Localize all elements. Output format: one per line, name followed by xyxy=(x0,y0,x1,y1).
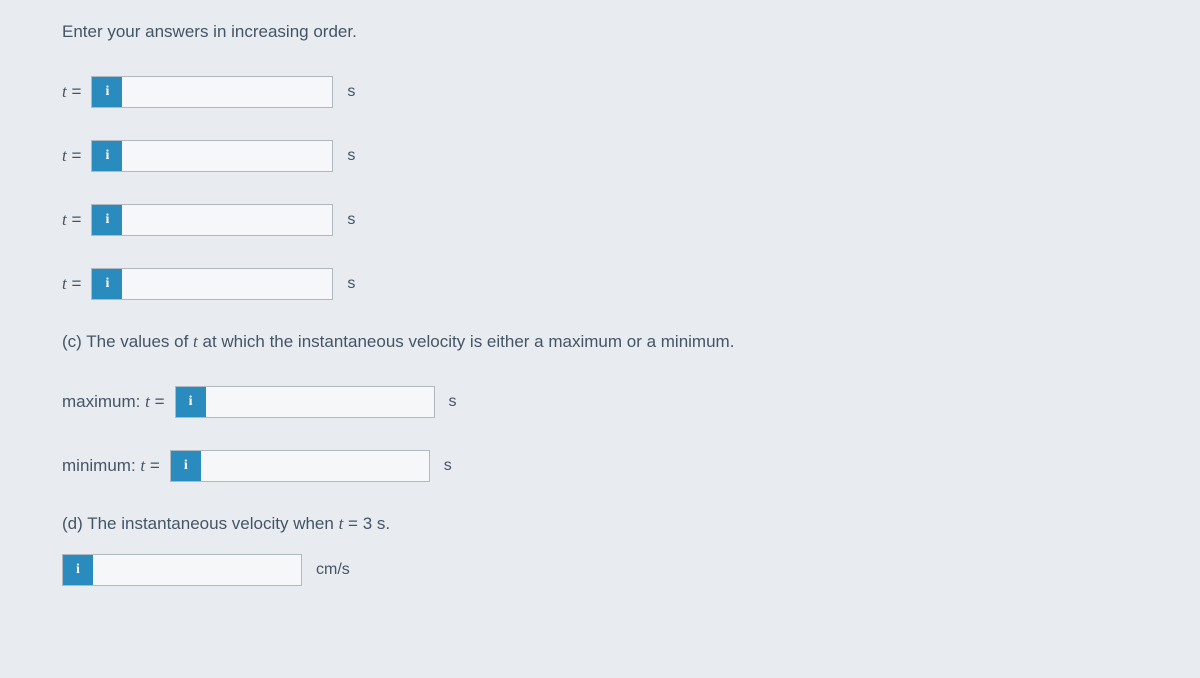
t-label-4: t = xyxy=(62,274,81,294)
input-wrap-1: i xyxy=(91,76,333,108)
velocity-row: i cm/s xyxy=(62,554,1200,586)
part-d-prefix: (d) The instantaneous velocity when xyxy=(62,514,339,533)
part-c-text: (c) The values of t at which the instant… xyxy=(62,332,1200,352)
maximum-input[interactable] xyxy=(175,386,435,418)
t-label-2: t = xyxy=(62,146,81,166)
t-row-1: t = i s xyxy=(62,76,1200,108)
part-c-suffix: at which the instantaneous velocity is e… xyxy=(198,332,735,351)
info-icon[interactable]: i xyxy=(63,555,93,585)
t-row-4: t = i s xyxy=(62,268,1200,300)
maximum-unit: s xyxy=(449,393,457,411)
input-wrap-4: i xyxy=(91,268,333,300)
part-d-mid: = xyxy=(343,514,362,533)
unit-4: s xyxy=(347,275,355,293)
t-input-4[interactable] xyxy=(91,268,333,300)
part-d-val: 3 xyxy=(363,514,372,533)
minimum-input-wrap: i xyxy=(170,450,430,482)
instruction-text: Enter your answers in increasing order. xyxy=(62,22,1200,42)
input-wrap-3: i xyxy=(91,204,333,236)
t-label-3: t = xyxy=(62,210,81,230)
minimum-label: minimum: t = xyxy=(62,456,160,476)
velocity-unit: cm/s xyxy=(316,561,350,579)
part-d-suffix: s. xyxy=(372,514,390,533)
t-input-3[interactable] xyxy=(91,204,333,236)
info-icon[interactable]: i xyxy=(176,387,206,417)
part-c-prefix: (c) The values of xyxy=(62,332,193,351)
t-input-2[interactable] xyxy=(91,140,333,172)
t-row-2: t = i s xyxy=(62,140,1200,172)
part-d-text: (d) The instantaneous velocity when t = … xyxy=(62,514,1200,534)
minimum-unit: s xyxy=(444,457,452,475)
t-input-1[interactable] xyxy=(91,76,333,108)
maximum-row: maximum: t = i s xyxy=(62,386,1200,418)
velocity-input-wrap: i xyxy=(62,554,302,586)
info-icon[interactable]: i xyxy=(92,141,122,171)
maximum-label: maximum: t = xyxy=(62,392,165,412)
unit-3: s xyxy=(347,211,355,229)
info-icon[interactable]: i xyxy=(92,205,122,235)
info-icon[interactable]: i xyxy=(92,269,122,299)
question-page: Enter your answers in increasing order. … xyxy=(0,0,1200,586)
unit-2: s xyxy=(347,147,355,165)
unit-1: s xyxy=(347,83,355,101)
input-wrap-2: i xyxy=(91,140,333,172)
t-label-1: t = xyxy=(62,82,81,102)
info-icon[interactable]: i xyxy=(171,451,201,481)
t-row-3: t = i s xyxy=(62,204,1200,236)
minimum-input[interactable] xyxy=(170,450,430,482)
maximum-input-wrap: i xyxy=(175,386,435,418)
info-icon[interactable]: i xyxy=(92,77,122,107)
velocity-input[interactable] xyxy=(62,554,302,586)
minimum-row: minimum: t = i s xyxy=(62,450,1200,482)
